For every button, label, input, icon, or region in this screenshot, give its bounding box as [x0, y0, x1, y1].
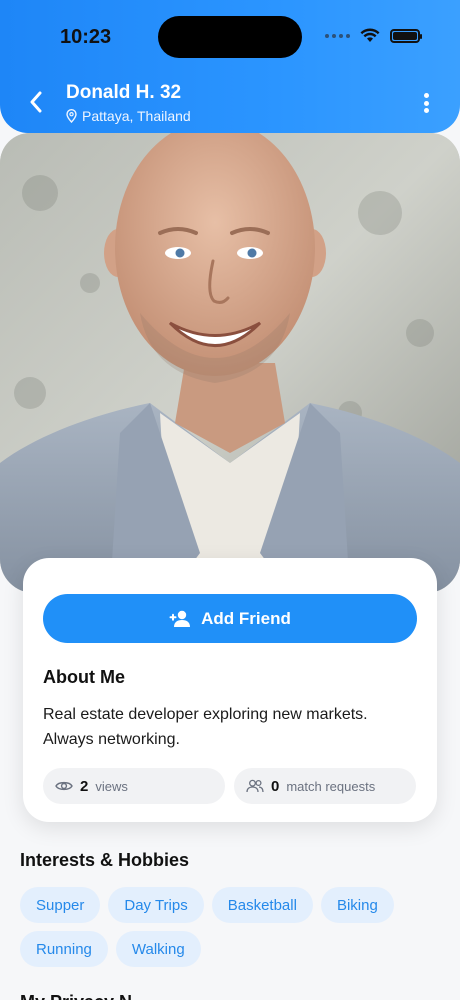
- battery-icon: [390, 28, 422, 43]
- profile-name-age: Donald H. 32: [66, 82, 182, 103]
- signal-icon: [325, 33, 350, 38]
- requests-count: 0: [271, 777, 280, 795]
- next-section-title: My Privacy N...: [20, 992, 147, 1000]
- interest-chip[interactable]: Running: [20, 931, 108, 967]
- profile-photo-illustration: [0, 133, 460, 593]
- requests-label: match requests: [286, 778, 376, 794]
- status-icons: [325, 28, 422, 43]
- interest-chip[interactable]: Walking: [115, 931, 201, 967]
- location-text: Pattaya, Thailand: [82, 108, 191, 124]
- back-button[interactable]: [22, 84, 50, 120]
- about-title: About Me: [43, 667, 125, 687]
- views-label: views: [95, 778, 128, 794]
- views-count: 2: [80, 777, 89, 795]
- status-time: 10:23: [60, 26, 112, 48]
- views-stat: 2 views: [43, 768, 225, 804]
- interests-chip-list: Supper Day Trips Basketball Biking Runni…: [20, 887, 440, 967]
- profile-location: Pattaya, Thailand: [66, 108, 191, 124]
- profile-photo[interactable]: [0, 133, 460, 593]
- add-user-icon: [169, 610, 191, 627]
- interest-chip[interactable]: Biking: [320, 887, 394, 923]
- wifi-icon: [360, 28, 380, 42]
- header-title-block: Donald H. 32 Pattaya, Thailand: [66, 82, 191, 124]
- more-vertical-icon: [423, 93, 429, 98]
- match-requests-stat: 0 match requests: [234, 768, 416, 804]
- more-options-button[interactable]: [416, 90, 436, 116]
- interests-title: Interests & Hobbies: [20, 850, 190, 870]
- add-friend-button[interactable]: Add Friend: [43, 594, 417, 643]
- interest-chip[interactable]: Basketball: [211, 887, 313, 923]
- dynamic-island: [158, 16, 302, 58]
- chevron-left-icon: [30, 91, 42, 113]
- add-friend-label: Add Friend: [201, 608, 291, 628]
- location-pin-icon: [66, 109, 77, 123]
- users-icon: [246, 779, 264, 793]
- eye-icon: [55, 781, 73, 791]
- profile-card: Add Friend About Me Real estate develope…: [23, 558, 437, 822]
- about-text: Real estate developer exploring new mark…: [43, 706, 368, 748]
- interest-chip[interactable]: Day Trips: [108, 887, 204, 923]
- interest-chip[interactable]: Supper: [20, 887, 101, 923]
- profile-header: 10:23 Donald H. 32 Pattaya, Thailand: [0, 0, 460, 133]
- profile-stats: 2 views 0 match requests: [43, 768, 417, 804]
